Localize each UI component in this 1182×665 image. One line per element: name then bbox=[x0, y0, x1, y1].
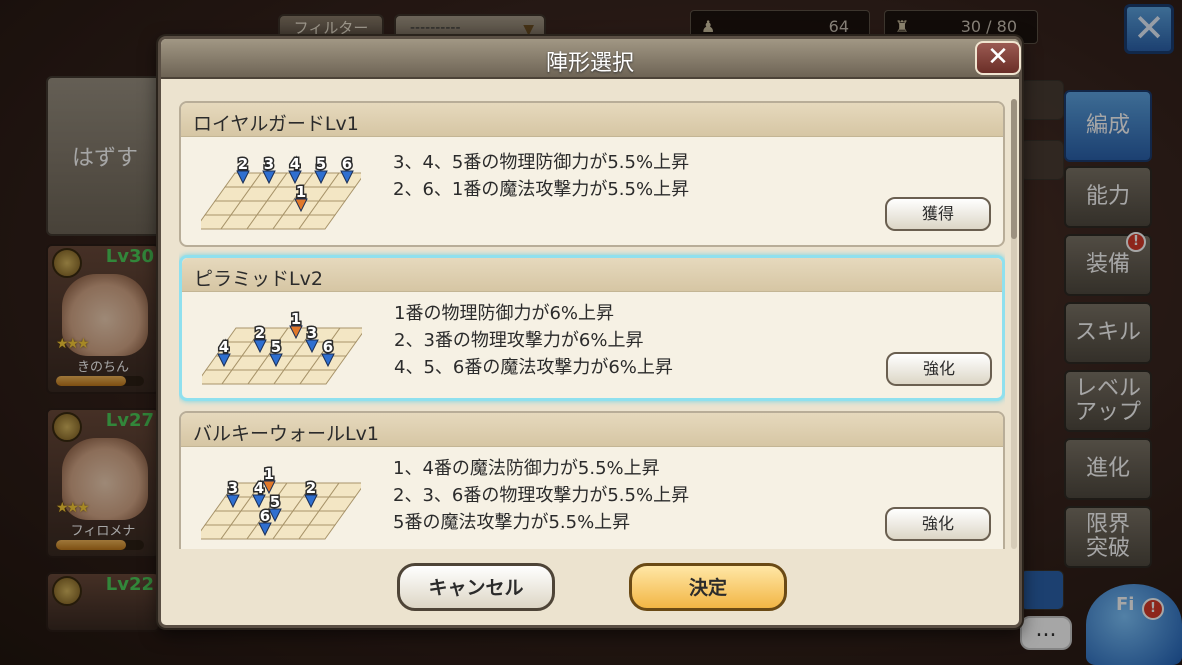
formation-grid-diagram: 3 145 2 6 bbox=[201, 464, 361, 540]
formation-name: ロイヤルガードLv1 bbox=[193, 113, 359, 135]
unit-slot-number: 5 bbox=[316, 155, 326, 173]
unit-slot-number: 4 bbox=[219, 338, 229, 356]
dialog-title: 陣形選択 bbox=[545, 51, 634, 76]
formation-grid-diagram: 2 3 4 5 6 1 bbox=[201, 154, 361, 230]
effect-line: 2、3番の物理攻撃力が6%上昇 bbox=[394, 330, 644, 351]
unit-slot-number: 2 bbox=[238, 155, 248, 173]
formation-item[interactable]: ロイヤルガードLv1 23456 1 3、4、5番の物理防御力が5.5%上昇 2、… bbox=[179, 101, 1005, 247]
unit-slot-number: 6 bbox=[260, 507, 270, 525]
effect-line: 2、6、1番の魔法攻撃力が5.5%上昇 bbox=[393, 179, 690, 200]
formation-effects: 1番の物理防御力が6%上昇 2、3番の物理攻撃力が6%上昇 4、5、6番の魔法攻… bbox=[394, 300, 673, 381]
formation-dialog: 陣形選択 ✕ ロイヤルガードLv1 234561 3、4、5番の物理防御力が5.… bbox=[158, 36, 1022, 628]
unit-slot-number: 6 bbox=[342, 155, 352, 173]
effect-line: 3、4、5番の物理防御力が5.5%上昇 bbox=[393, 152, 690, 173]
effect-line: 2、3、6番の物理攻撃力が5.5%上昇 bbox=[393, 485, 690, 506]
upgrade-button[interactable]: 強化 bbox=[885, 507, 991, 541]
scrollbar-thumb[interactable] bbox=[1011, 99, 1017, 239]
unit-slot-number: 6 bbox=[323, 338, 333, 356]
formation-name: ピラミッドLv2 bbox=[194, 268, 323, 290]
effect-line: 1番の物理防御力が6%上昇 bbox=[394, 303, 615, 324]
unit-slot-number: 4 bbox=[254, 479, 264, 497]
unit-slot-number: 1 bbox=[264, 465, 274, 483]
unit-slot-number: 1 bbox=[296, 183, 306, 201]
unit-slot-number: 3 bbox=[228, 479, 238, 497]
unit-slot-number: 5 bbox=[270, 493, 280, 511]
cancel-button[interactable]: キャンセル bbox=[397, 563, 555, 611]
formation-grid-diagram: 4 2 15 36 bbox=[202, 309, 362, 385]
dialog-close-button[interactable]: ✕ bbox=[975, 41, 1021, 75]
formation-item[interactable]: ピラミッドLv2 4 2 15 36 1番の物理防御力が6%上昇 2、3番の物理攻撃力… bbox=[179, 255, 1005, 401]
unit-slot-number: 1 bbox=[291, 310, 301, 328]
list-scrollbar[interactable] bbox=[1011, 99, 1017, 549]
formation-effects: 3、4、5番の物理防御力が5.5%上昇 2、6、1番の魔法攻撃力が5.5%上昇 bbox=[393, 149, 689, 203]
unit-slot-number: 5 bbox=[271, 338, 281, 356]
unit-slot-number: 2 bbox=[255, 324, 265, 342]
formation-item[interactable]: バルキーウォールLv1 3 145 2 6 1、4番の魔法防御力が5.5%上昇 2、3… bbox=[179, 411, 1005, 549]
unit-slot-number: 3 bbox=[307, 324, 317, 342]
effect-line: 4、5、6番の魔法攻撃力が6%上昇 bbox=[394, 357, 673, 378]
formation-name: バルキーウォールLv1 bbox=[193, 423, 379, 445]
dialog-header: 陣形選択 ✕ bbox=[161, 39, 1021, 79]
formation-list[interactable]: ロイヤルガードLv1 234561 3、4、5番の物理防御力が5.5%上昇 2、… bbox=[179, 99, 1005, 549]
unit-slot-number: 2 bbox=[306, 479, 316, 497]
formation-effects: 1、4番の魔法防御力が5.5%上昇 2、3、6番の物理攻撃力が5.5%上昇 5番… bbox=[393, 455, 689, 536]
unit-slot-number: 3 bbox=[264, 155, 274, 173]
confirm-button[interactable]: 決定 bbox=[629, 563, 787, 611]
effect-line: 5番の魔法攻撃力が5.5%上昇 bbox=[393, 512, 631, 533]
effect-line: 1、4番の魔法防御力が5.5%上昇 bbox=[393, 458, 660, 479]
upgrade-button[interactable]: 強化 bbox=[886, 352, 992, 386]
acquire-button[interactable]: 獲得 bbox=[885, 197, 991, 231]
unit-slot-number: 4 bbox=[290, 155, 300, 173]
